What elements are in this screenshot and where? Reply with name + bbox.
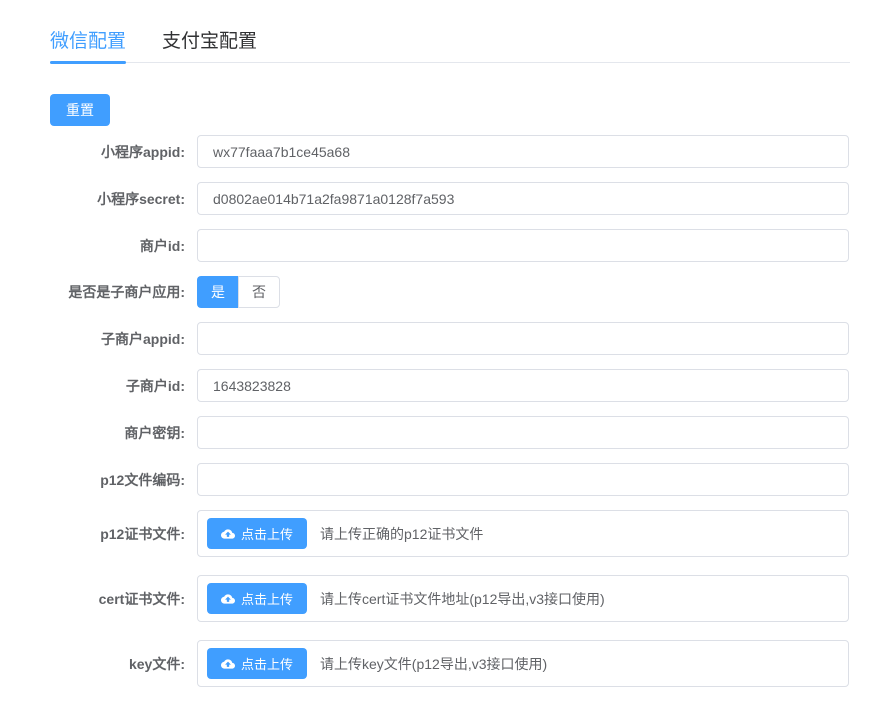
is-sub-merchant-label: 是否是子商户应用:: [42, 282, 197, 302]
form-row-sub-merchant-appid: 子商户appid:: [42, 322, 891, 355]
config-tabs: 微信配置 支付宝配置: [50, 26, 850, 63]
merchant-id-input[interactable]: [197, 229, 849, 262]
sub-merchant-id-input[interactable]: [197, 369, 849, 402]
key-file-label: key文件:: [42, 654, 197, 674]
form-row-miniapp-secret: 小程序secret:: [42, 182, 891, 215]
wechat-config-form: 小程序appid: 小程序secret: 商户id: 是否是子商户应用: 是 否…: [0, 135, 891, 687]
radio-option-no[interactable]: 否: [238, 276, 280, 308]
cloud-upload-icon: [221, 527, 235, 541]
reset-button[interactable]: 重置: [50, 94, 110, 126]
p12-cert-upload-area: 点击上传 请上传正确的p12证书文件: [197, 510, 849, 557]
upload-button-label: 点击上传: [241, 589, 293, 608]
cert-file-upload-hint: 请上传cert证书文件地址(p12导出,v3接口使用): [320, 589, 605, 609]
form-row-key-file: key文件: 点击上传 请上传key文件(p12导出,v3接口使用): [42, 640, 891, 687]
cert-file-upload-button[interactable]: 点击上传: [207, 583, 307, 614]
p12-encoding-label: p12文件编码:: [42, 470, 197, 490]
tab-wechat-config[interactable]: 微信配置: [50, 26, 126, 62]
form-row-p12-encoding: p12文件编码:: [42, 463, 891, 496]
form-row-sub-merchant-id: 子商户id:: [42, 369, 891, 402]
p12-cert-upload-button[interactable]: 点击上传: [207, 518, 307, 549]
key-file-upload-area: 点击上传 请上传key文件(p12导出,v3接口使用): [197, 640, 849, 687]
sub-merchant-appid-label: 子商户appid:: [42, 329, 197, 349]
p12-cert-file-label: p12证书文件:: [42, 524, 197, 544]
miniapp-secret-input[interactable]: [197, 182, 849, 215]
radio-option-yes[interactable]: 是: [197, 276, 238, 308]
sub-merchant-appid-input[interactable]: [197, 322, 849, 355]
cert-file-label: cert证书文件:: [42, 589, 197, 609]
upload-button-label: 点击上传: [241, 524, 293, 543]
form-row-is-sub-merchant: 是否是子商户应用: 是 否: [42, 276, 891, 308]
form-row-merchant-key: 商户密钥:: [42, 416, 891, 449]
payment-config-page: 微信配置 支付宝配置 重置 小程序appid: 小程序secret: 商户id:…: [0, 0, 891, 687]
key-file-upload-button[interactable]: 点击上传: [207, 648, 307, 679]
p12-cert-upload-hint: 请上传正确的p12证书文件: [320, 524, 483, 544]
miniapp-secret-label: 小程序secret:: [42, 189, 197, 209]
key-file-upload-hint: 请上传key文件(p12导出,v3接口使用): [320, 654, 547, 674]
tab-alipay-config[interactable]: 支付宝配置: [162, 26, 257, 62]
cloud-upload-icon: [221, 592, 235, 606]
form-row-merchant-id: 商户id:: [42, 229, 891, 262]
miniapp-appid-label: 小程序appid:: [42, 142, 197, 162]
merchant-id-label: 商户id:: [42, 236, 197, 256]
cert-file-upload-area: 点击上传 请上传cert证书文件地址(p12导出,v3接口使用): [197, 575, 849, 622]
form-row-miniapp-appid: 小程序appid:: [42, 135, 891, 168]
form-row-cert-file: cert证书文件: 点击上传 请上传cert证书文件地址(p12导出,v3接口使…: [42, 575, 891, 622]
form-row-p12-cert-file: p12证书文件: 点击上传 请上传正确的p12证书文件: [42, 510, 891, 557]
cloud-upload-icon: [221, 657, 235, 671]
merchant-key-input[interactable]: [197, 416, 849, 449]
sub-merchant-id-label: 子商户id:: [42, 376, 197, 396]
miniapp-appid-input[interactable]: [197, 135, 849, 168]
upload-button-label: 点击上传: [241, 654, 293, 673]
merchant-key-label: 商户密钥:: [42, 423, 197, 443]
p12-encoding-input[interactable]: [197, 463, 849, 496]
is-sub-merchant-radio-group: 是 否: [197, 276, 280, 308]
